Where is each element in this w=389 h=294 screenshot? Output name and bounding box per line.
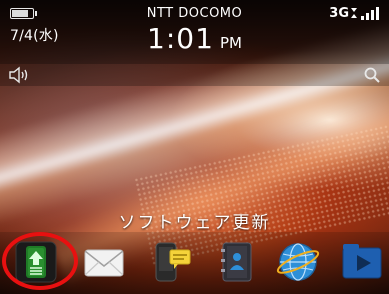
clock-ampm: PM — [219, 34, 242, 52]
quick-row — [0, 64, 389, 86]
envelope-icon[interactable] — [82, 240, 126, 284]
highlight-ring — [2, 232, 78, 290]
network-type: 3G — [329, 6, 349, 21]
volume-icon[interactable] — [8, 66, 32, 84]
home-screen: 7/4(水) NTT DOCOMO 1:01 PM 3G ソフトウェア更新 — [0, 0, 389, 294]
address-book-icon[interactable] — [215, 240, 259, 284]
globe-icon[interactable] — [276, 240, 320, 284]
clock-time: 1:01 — [147, 22, 214, 55]
status-bar: 7/4(水) NTT DOCOMO 1:01 PM 3G — [0, 0, 389, 64]
chat-phone-icon[interactable] — [150, 240, 194, 284]
media-play-icon[interactable] — [340, 240, 384, 284]
clock: 1:01 PM — [0, 22, 389, 55]
search-icon[interactable] — [363, 66, 381, 84]
signal-bars-icon — [351, 7, 379, 20]
selected-app-label: ソフトウェア更新 — [118, 213, 271, 233]
